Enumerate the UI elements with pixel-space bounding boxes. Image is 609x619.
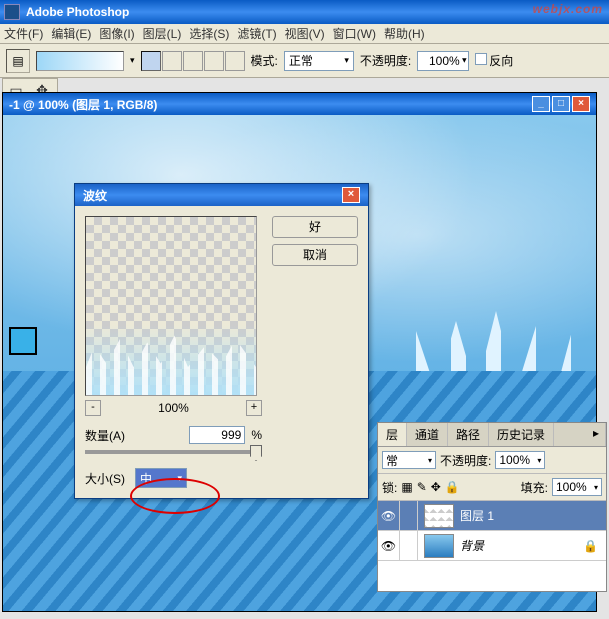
tab-history[interactable]: 历史记录 [489,423,554,446]
layer-thumbnail[interactable] [424,504,454,528]
dialog-close-button[interactable]: × [342,187,360,203]
blend-mode-select[interactable]: 常 [382,451,436,469]
lock-label: 锁: [382,479,397,496]
menu-window[interactable]: 窗口(W) [333,25,376,42]
amount-unit: % [251,428,262,442]
reverse-checkbox[interactable]: 反向 [475,52,513,69]
minimize-button[interactable]: _ [532,96,550,112]
menu-file[interactable]: 文件(F) [4,25,43,42]
link-cell[interactable] [400,531,418,560]
visibility-icon[interactable]: 👁 [378,501,400,530]
doc-titlebar[interactable]: -1 @ 100% (图层 1, RGB/8) _ □ × [3,93,596,115]
gradient-type-buttons [141,51,245,71]
menu-select[interactable]: 选择(S) [189,25,229,42]
menu-view[interactable]: 视图(V) [285,25,325,42]
amount-slider[interactable] [85,450,262,454]
panel-opacity-input[interactable]: 100% [495,451,545,469]
lock-all-icon[interactable]: 🔒 [445,480,460,494]
tab-paths[interactable]: 路径 [448,423,489,446]
menu-edit[interactable]: 编辑(E) [51,25,91,42]
app-titlebar: Adobe Photoshop [0,0,609,24]
dialog-titlebar[interactable]: 波纹 × [75,184,368,206]
watermark: webjx.com [533,2,603,16]
mode-label: 模式: [251,52,278,69]
gradient-tool-icon[interactable]: ▤ [6,49,30,73]
close-button[interactable]: × [572,96,590,112]
grad-reflected[interactable] [204,51,224,71]
fill-label: 填充: [521,479,548,496]
grad-angle[interactable] [183,51,203,71]
grad-linear[interactable] [141,51,161,71]
layer-name: 图层 1 [460,507,494,524]
opacity-label: 不透明度: [360,52,411,69]
menu-layer[interactable]: 图层(L) [143,25,182,42]
menu-image[interactable]: 图像(I) [99,25,134,42]
opacity-input[interactable]: 100% [417,51,469,71]
zoom-out-button[interactable]: - [85,400,101,416]
size-select[interactable]: 中 [135,468,187,488]
lock-icon: 🔒 [583,539,598,553]
panel-menu-icon[interactable]: ▸ [587,423,606,446]
zoom-level: 100% [158,401,189,415]
filter-preview[interactable] [85,216,257,396]
menu-help[interactable]: 帮助(H) [384,25,425,42]
foreground-color[interactable] [9,327,37,355]
gradient-preview[interactable] [36,51,124,71]
layer-name: 背景 [460,537,484,554]
ok-button[interactable]: 好 [272,216,358,238]
grad-diamond[interactable] [225,51,245,71]
cancel-button[interactable]: 取消 [272,244,358,266]
grad-radial[interactable] [162,51,182,71]
panel-opacity-label: 不透明度: [440,452,491,469]
menu-filter[interactable]: 滤镜(T) [237,25,276,42]
tab-layers[interactable]: 层 [378,423,407,446]
amount-input[interactable] [189,426,245,444]
mode-select[interactable]: 正常 [284,51,354,71]
link-cell[interactable] [400,501,418,530]
layer-thumbnail[interactable] [424,534,454,558]
options-bar: ▤ ▾ 模式: 正常 不透明度: 100% 反向 [0,44,609,78]
layers-panel: 层 通道 路径 历史记录 ▸ 常 不透明度: 100% 锁: ▦ ✎ ✥ 🔒 填… [377,422,607,592]
layer-row-bg[interactable]: 👁 背景 🔒 [378,531,606,561]
dialog-title: 波纹 [83,187,107,204]
doc-title: -1 @ 100% (图层 1, RGB/8) [9,96,157,113]
zoom-in-button[interactable]: + [246,400,262,416]
layer-row-1[interactable]: 👁 图层 1 [378,501,606,531]
lock-trans-icon[interactable]: ▦ [401,480,412,494]
size-label: 大小(S) [85,470,125,487]
lock-move-icon[interactable]: ✥ [431,480,441,494]
app-icon [4,4,20,20]
ripple-dialog: 波纹 × - 100% + 数量(A) % 大小(S) 中 好 取 [74,183,369,499]
visibility-icon[interactable]: 👁 [378,531,400,560]
amount-label: 数量(A) [85,427,125,444]
fill-input[interactable]: 100% [552,478,602,496]
app-title: Adobe Photoshop [26,5,129,19]
tab-channels[interactable]: 通道 [407,423,448,446]
maximize-button[interactable]: □ [552,96,570,112]
lock-paint-icon[interactable]: ✎ [417,480,427,494]
menubar: 文件(F) 编辑(E) 图像(I) 图层(L) 选择(S) 滤镜(T) 视图(V… [0,24,609,44]
